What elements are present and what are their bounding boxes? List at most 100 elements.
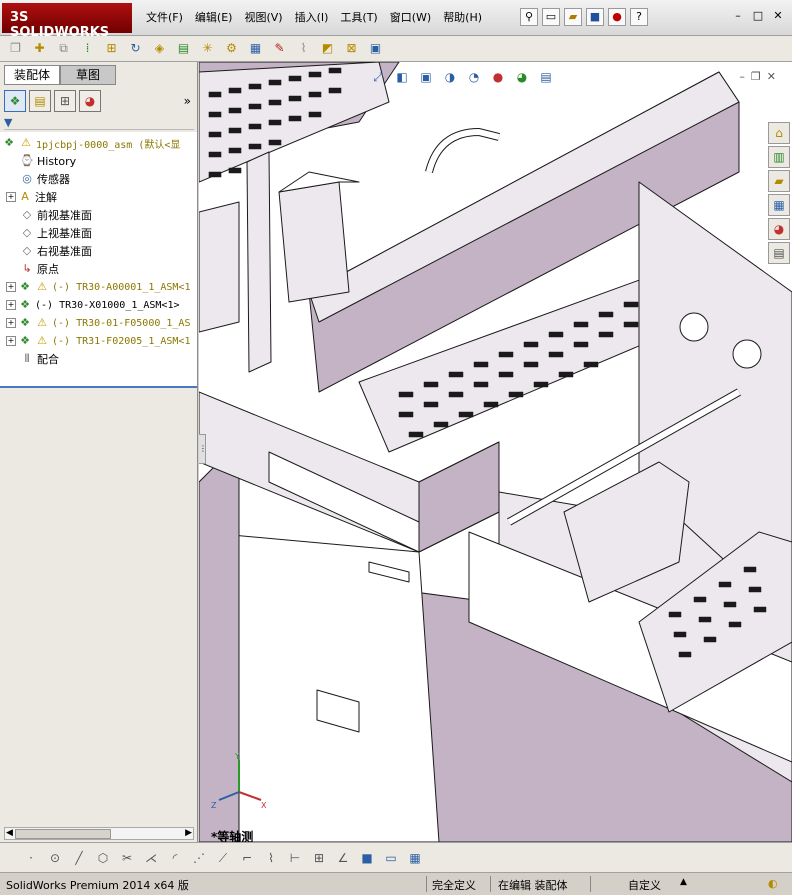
tree-item-front-plane[interactable]: ◇ 前视基准面 [20, 206, 92, 224]
appearances-icon[interactable]: ◕ [768, 218, 790, 240]
display-style-icon[interactable]: ◑ [441, 68, 459, 86]
assembly-model[interactable] [199, 62, 792, 842]
display-manager-tab-icon[interactable]: ◕ [79, 90, 101, 112]
more-tabs-button[interactable]: » [184, 94, 191, 108]
scroll-thumb[interactable] [15, 829, 111, 839]
interference-detection-icon[interactable]: ◩ [318, 39, 337, 58]
file-explorer-icon[interactable]: ▰ [768, 170, 790, 192]
scroll-right-arrow-icon[interactable]: ▶ [185, 828, 192, 838]
new-motion-study-icon[interactable]: ⚙ [222, 39, 241, 58]
menu-help[interactable]: 帮助(H) [437, 10, 488, 26]
custom-properties-icon[interactable]: ▤ [768, 242, 790, 264]
tab-assembly[interactable]: 装配体 [4, 65, 60, 85]
doc-close-button[interactable]: ✕ [767, 70, 776, 83]
angle-icon[interactable]: ∠ [334, 849, 352, 867]
menu-insert[interactable]: 插入(I) [289, 10, 335, 26]
table-display-icon[interactable]: ▦ [406, 849, 424, 867]
design-library-icon[interactable]: ▥ [768, 146, 790, 168]
assembly-features-icon[interactable]: ▤ [174, 39, 193, 58]
property-manager-tab-icon[interactable]: ▤ [29, 90, 51, 112]
tree-filter[interactable]: ▼ [4, 116, 194, 130]
bill-of-materials-icon[interactable]: ▦ [246, 39, 265, 58]
menu-window[interactable]: 窗口(W) [384, 10, 437, 26]
sketch-fillet-icon[interactable]: ◜ [166, 849, 184, 867]
polygon-icon[interactable]: ⬡ [94, 849, 112, 867]
solidworks-resources-icon[interactable]: ⌂ [768, 122, 790, 144]
help-icon[interactable]: ? [630, 8, 648, 26]
open-icon[interactable]: ▰ [564, 8, 582, 26]
tree-item-right-plane[interactable]: ◇ 右视基准面 [20, 242, 92, 260]
expand-toggle[interactable]: + [6, 318, 16, 328]
show-hidden-icon[interactable]: ◈ [150, 39, 169, 58]
tree-item-component[interactable]: + ❖ ⚠ (-) TR30-01-F05000_1_AS [6, 314, 190, 332]
edit-appearance-icon[interactable]: ● [489, 68, 507, 86]
tree-item-top-plane[interactable]: ◇ 上视基准面 [20, 224, 92, 242]
view-orientation-icon[interactable]: ▣ [417, 68, 435, 86]
feature-manager-tab-icon[interactable]: ❖ [4, 90, 26, 112]
hide-show-items-icon[interactable]: ◔ [465, 68, 483, 86]
new-document-icon[interactable]: ▭ [542, 8, 560, 26]
doc-restore-button[interactable]: ❐ [751, 70, 761, 83]
move-component-icon[interactable]: ↻ [126, 39, 145, 58]
panel-collapse-handle[interactable]: ⋮ [199, 434, 207, 464]
pin-icon[interactable]: ⚲ [520, 8, 538, 26]
view-palette-icon[interactable]: ▦ [768, 194, 790, 216]
view-settings-icon[interactable]: ▤ [537, 68, 555, 86]
construction-line-icon[interactable]: ⋰ [190, 849, 208, 867]
expand-toggle[interactable]: + [6, 336, 16, 346]
menu-view[interactable]: 视图(V) [238, 10, 288, 26]
instant3d-icon[interactable]: ▣ [366, 39, 385, 58]
circle-icon[interactable]: ⊙ [46, 849, 64, 867]
tab-sketch[interactable]: 草图 [60, 65, 116, 85]
spline-icon[interactable]: ⌇ [262, 849, 280, 867]
smart-dimension-icon[interactable]: ⊢ [286, 849, 304, 867]
insert-component-icon[interactable]: ✚ [30, 39, 49, 58]
tree-item-mates[interactable]: ⫴ 配合 [20, 350, 59, 368]
expand-toggle[interactable]: + [6, 282, 16, 292]
menu-edit[interactable]: 编辑(E) [189, 10, 239, 26]
scroll-left-arrow-icon[interactable]: ◀ [6, 828, 13, 838]
doc-minimize-button[interactable]: – [739, 70, 745, 83]
smart-fasteners-icon[interactable]: ⊞ [102, 39, 121, 58]
tree-root[interactable]: ❖ ⚠ 1pjcbpj-0000_asm (默认<显 [2, 134, 180, 152]
minimize-button[interactable]: – [730, 9, 746, 23]
menu-file[interactable]: 文件(F) [140, 10, 189, 26]
edit-component-icon[interactable]: ❐ [6, 39, 25, 58]
zoom-to-fit-icon[interactable]: ⤢ [369, 68, 387, 86]
save-icon[interactable]: ■ [586, 8, 604, 26]
graphics-area[interactable]: ⤢ ◧ ▣ ◑ ◔ ● ◕ ▤ – ❐ ✕ ⌂ ▥ ▰ ▦ ◕ ▤ ⋮ Y X … [199, 62, 792, 842]
rebuild-icon[interactable]: ◐ [768, 877, 778, 890]
clearance-verification-icon[interactable]: ⊠ [342, 39, 361, 58]
corner-rectangle-icon[interactable]: ⌐ [238, 849, 256, 867]
line-icon[interactable]: ╱ [70, 849, 88, 867]
tree-item-component[interactable]: + ❖ (-) TR30-X01000_1_ASM<1> [6, 296, 180, 314]
tree-item-component[interactable]: + ❖ ⚠ (-) TR31-F02005_1_ASM<1 [6, 332, 190, 350]
expand-toggle[interactable]: + [6, 300, 16, 310]
tree-item-annotations[interactable]: + A 注解 [6, 188, 57, 206]
mate-icon[interactable]: ⧉ [54, 39, 73, 58]
shaded-display-icon[interactable]: ■ [358, 849, 376, 867]
apply-scene-icon[interactable]: ◕ [513, 68, 531, 86]
tree-item-origin[interactable]: ↳ 原点 [20, 260, 59, 278]
point-icon[interactable]: · [22, 849, 40, 867]
grid-icon[interactable]: ⊞ [310, 849, 328, 867]
traffic-light-icon[interactable]: ● [608, 8, 626, 26]
tree-item-component[interactable]: + ❖ ⚠ (-) TR30-A00001_1_ASM<1 [6, 278, 190, 296]
trim-icon[interactable]: ✂ [118, 849, 136, 867]
section-view-icon[interactable]: ◧ [393, 68, 411, 86]
solidworks-logo[interactable]: 3S SOLIDWORKS [2, 3, 132, 40]
tree-horizontal-scrollbar[interactable]: ◀ ▶ [4, 827, 194, 840]
menu-tools[interactable]: 工具(T) [334, 10, 383, 26]
restore-button[interactable]: □ [750, 9, 766, 23]
tree-item-history[interactable]: ⌚ History [20, 152, 76, 170]
reference-geometry-icon[interactable]: ✳ [198, 39, 217, 58]
expand-toggle[interactable]: + [6, 192, 16, 202]
configuration-manager-tab-icon[interactable]: ⊞ [54, 90, 76, 112]
explode-line-sketch-icon[interactable]: ⌇ [294, 39, 313, 58]
close-button[interactable]: ✕ [770, 9, 786, 23]
component-pattern-icon[interactable]: ⁞ [78, 39, 97, 58]
unit-menu-arrow-icon[interactable]: ▲ [680, 877, 687, 887]
rectangle-display-icon[interactable]: ▭ [382, 849, 400, 867]
tree-item-sensors[interactable]: ◎ 传感器 [20, 170, 70, 188]
exploded-view-icon[interactable]: ✎ [270, 39, 289, 58]
